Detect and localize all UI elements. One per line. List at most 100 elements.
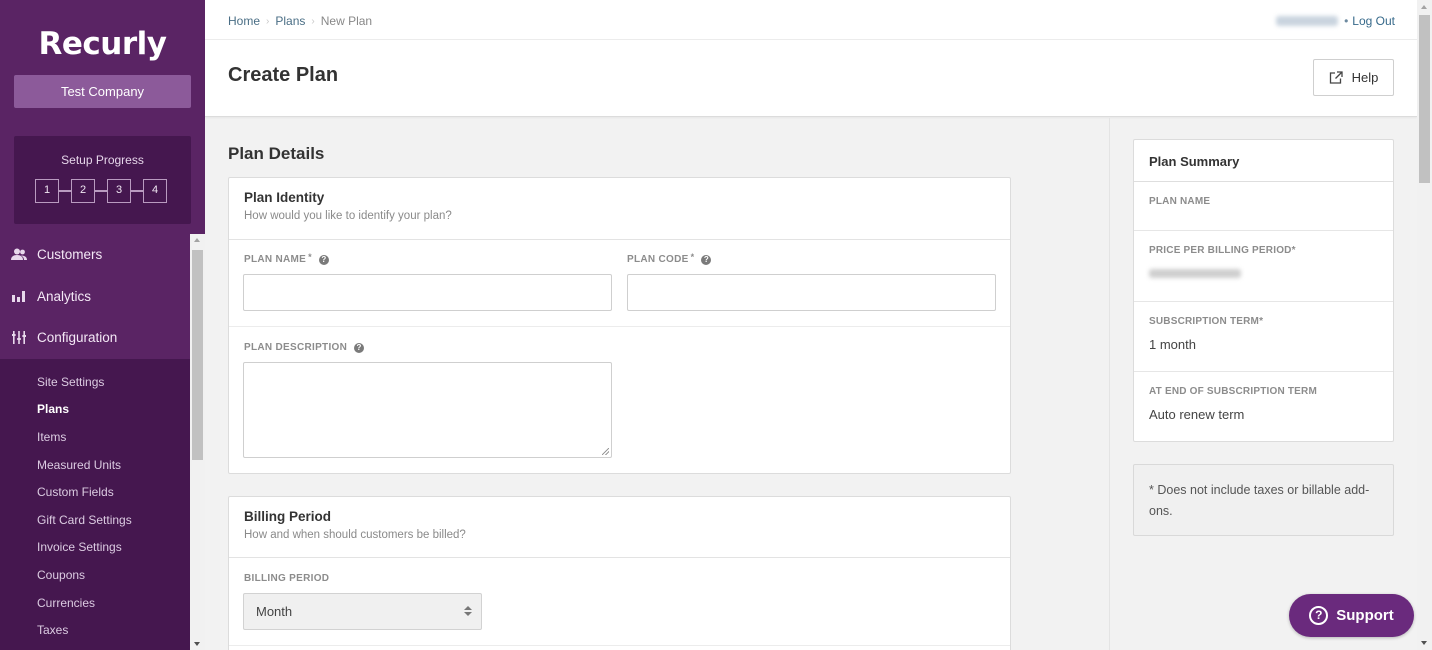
company-switcher-button[interactable]: Test Company	[14, 75, 191, 108]
select-arrows-icon	[464, 606, 472, 616]
main-nav: Customers Analytics Configuration	[0, 234, 190, 359]
billing-period-title: Billing Period	[244, 509, 332, 524]
summary-label: AT END OF SUBSCRIPTION TERM	[1149, 386, 1317, 397]
external-link-icon	[1329, 71, 1343, 84]
billing-period-select[interactable]: Month	[243, 593, 482, 630]
scroll-up-arrow-icon[interactable]	[1421, 5, 1427, 9]
breadcrumb: Home › Plans › New Plan	[228, 14, 372, 28]
summary-label: PLAN NAME	[1149, 196, 1211, 207]
help-button[interactable]: Help	[1313, 59, 1394, 96]
plan-identity-header: Plan Identity How would you like to iden…	[229, 178, 1010, 240]
configuration-subnav: Site Settings Plans Items Measured Units…	[0, 359, 190, 650]
page-scrollbar[interactable]	[1417, 0, 1432, 650]
help-label: Help	[1351, 70, 1379, 85]
recurly-logo[interactable]: Recurly	[0, 26, 205, 62]
nav-label: Configuration	[37, 330, 118, 346]
billing-period-label: BILLING PERIOD	[244, 573, 329, 584]
setup-step-2[interactable]: 2	[71, 179, 95, 203]
setup-step-1[interactable]: 1	[35, 179, 59, 203]
plan-name-label: PLAN NAME * ?	[244, 251, 329, 265]
plan-description-label-text: PLAN DESCRIPTION	[244, 342, 348, 353]
subnav-item-plans[interactable]: Plans	[0, 396, 190, 424]
page-title: Create Plan	[228, 64, 339, 86]
help-tooltip-icon[interactable]: ?	[354, 342, 365, 353]
plan-code-input[interactable]	[627, 274, 996, 311]
summary-label: PRICE PER BILLING PERIOD*	[1149, 245, 1296, 256]
setup-step-3[interactable]: 3	[107, 179, 131, 203]
subnav-item-measured-units[interactable]: Measured Units	[0, 451, 190, 479]
column-divider	[1109, 118, 1110, 650]
summary-row-plan-name: PLAN NAME	[1134, 182, 1393, 231]
help-tooltip-icon[interactable]: ?	[701, 254, 712, 265]
plan-description-textarea[interactable]	[243, 362, 612, 458]
customers-icon	[11, 248, 27, 262]
step-connector	[59, 190, 71, 192]
subnav-item-currencies[interactable]: Currencies	[0, 589, 190, 617]
plan-name-input[interactable]	[243, 274, 612, 311]
logout-link[interactable]: Log Out	[1352, 14, 1395, 28]
plan-summary-title: Plan Summary	[1134, 140, 1393, 182]
subnav-item-gift-card-settings[interactable]: Gift Card Settings	[0, 506, 190, 534]
subnav-item-coupons[interactable]: Coupons	[0, 561, 190, 589]
billing-period-selected: Month	[256, 604, 293, 619]
nav-item-customers[interactable]: Customers	[0, 234, 190, 276]
summary-row-price: PRICE PER BILLING PERIOD*	[1134, 231, 1393, 302]
setup-step-4[interactable]: 4	[143, 179, 167, 203]
summary-value: Auto renew term	[1149, 407, 1245, 422]
top-bar: Home › Plans › New Plan • Log Out	[205, 0, 1417, 40]
section-title-plan-details: Plan Details	[228, 144, 325, 163]
plan-identity-subtitle: How would you like to identify your plan…	[244, 210, 452, 222]
sidebar: Recurly Test Company Setup Progress 1 2 …	[0, 0, 205, 650]
sidebar-scrollbar[interactable]	[190, 234, 205, 650]
subnav-item-custom-fields[interactable]: Custom Fields	[0, 478, 190, 506]
billing-period-header: Billing Period How and when should custo…	[229, 497, 1010, 558]
support-button[interactable]: ? Support	[1289, 594, 1414, 637]
sliders-icon	[11, 331, 27, 345]
setup-steps: 1 2 3 4	[35, 179, 167, 203]
subnav-item-taxes[interactable]: Taxes	[0, 616, 190, 644]
setup-progress: Setup Progress 1 2 3 4	[14, 136, 191, 224]
user-name-redacted[interactable]	[1276, 16, 1339, 26]
breadcrumb-plans[interactable]: Plans	[275, 14, 305, 28]
plan-code-label-text: PLAN CODE	[627, 254, 689, 265]
user-area: • Log Out	[1276, 14, 1395, 28]
nav-item-analytics[interactable]: Analytics	[0, 276, 190, 318]
scroll-down-arrow-icon[interactable]	[194, 642, 200, 646]
card-divider	[229, 645, 1010, 646]
user-separator: •	[1344, 14, 1349, 28]
scroll-down-arrow-icon[interactable]	[1421, 641, 1427, 645]
plan-summary-card: Plan Summary PLAN NAME PRICE PER BILLING…	[1133, 139, 1394, 442]
breadcrumb-separator-icon: ›	[266, 15, 270, 27]
resize-grip-icon[interactable]	[602, 448, 609, 455]
subnav-item-items[interactable]: Items	[0, 423, 190, 451]
nav-label: Analytics	[37, 288, 92, 304]
scroll-up-arrow-icon[interactable]	[194, 238, 200, 242]
card-divider	[229, 326, 1010, 327]
plan-identity-title: Plan Identity	[244, 190, 325, 205]
summary-value: 1 month	[1149, 337, 1196, 352]
nav-item-configuration[interactable]: Configuration	[0, 317, 190, 359]
setup-progress-title: Setup Progress	[61, 153, 144, 167]
billing-period-card: Billing Period How and when should custo…	[228, 496, 1011, 650]
plan-description-label: PLAN DESCRIPTION ?	[244, 342, 365, 353]
summary-footnote: * Does not include taxes or billable add…	[1133, 464, 1394, 536]
required-mark: *	[690, 251, 695, 262]
sidebar-scrollbar-thumb[interactable]	[192, 250, 203, 460]
page-scrollbar-thumb[interactable]	[1419, 15, 1430, 183]
step-connector	[131, 190, 143, 192]
subnav-item-invoice-settings[interactable]: Invoice Settings	[0, 534, 190, 562]
step-connector	[95, 190, 107, 192]
question-circle-icon: ?	[1309, 606, 1329, 625]
bar-chart-icon	[11, 289, 27, 303]
breadcrumb-home[interactable]: Home	[228, 14, 260, 28]
summary-row-subscription-term: SUBSCRIPTION TERM* 1 month	[1134, 302, 1393, 372]
summary-row-end-of-term: AT END OF SUBSCRIPTION TERM Auto renew t…	[1134, 372, 1393, 441]
price-value-redacted	[1149, 269, 1241, 278]
required-mark: *	[308, 251, 312, 262]
support-label: Support	[1336, 607, 1394, 624]
help-tooltip-icon[interactable]: ?	[318, 254, 329, 265]
subnav-item-site-settings[interactable]: Site Settings	[0, 368, 190, 396]
plan-identity-card: Plan Identity How would you like to iden…	[228, 177, 1011, 474]
plan-name-label-text: PLAN NAME	[244, 254, 307, 265]
nav-label: Customers	[37, 247, 103, 263]
